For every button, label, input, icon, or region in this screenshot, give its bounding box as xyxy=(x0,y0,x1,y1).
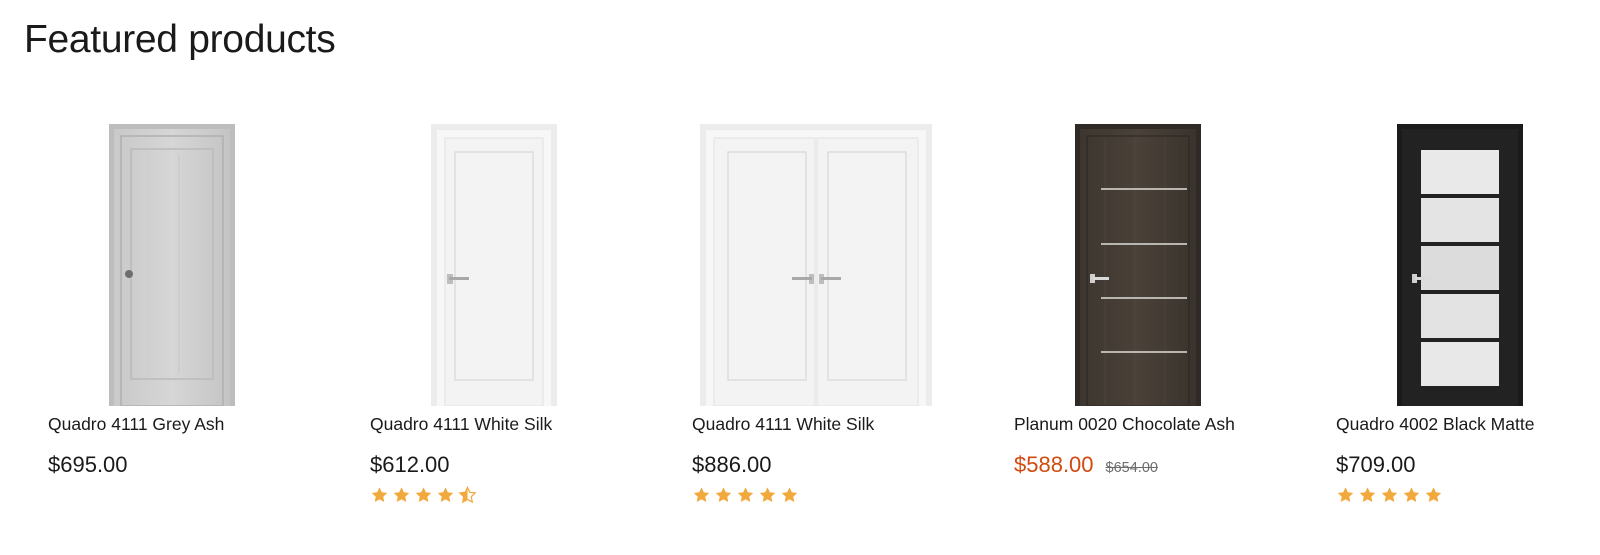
product-card[interactable]: Quadro 4111 White Silk $612.00 xyxy=(354,124,676,524)
door-image xyxy=(109,124,235,406)
product-image[interactable] xyxy=(32,124,312,406)
door-image xyxy=(1397,124,1523,406)
product-card[interactable]: Quadro 4002 Black Matte $709.00 xyxy=(1320,124,1600,524)
product-image[interactable] xyxy=(354,124,634,406)
rating-stars xyxy=(1336,486,1443,504)
compare-at-price: $654.00 xyxy=(1105,460,1158,476)
product-grid: Quadro 4111 Grey Ash $695.00 Quadro 4111… xyxy=(32,124,1600,524)
rating-stars xyxy=(692,486,799,504)
star-filled-icon xyxy=(1403,487,1420,503)
product-name[interactable]: Quadro 4111 White Silk xyxy=(692,414,874,435)
price-row: $695.00 xyxy=(48,452,128,478)
star-filled-icon xyxy=(715,487,732,503)
star-filled-icon xyxy=(393,487,410,503)
star-filled-icon xyxy=(1337,487,1354,503)
product-image[interactable] xyxy=(998,124,1278,406)
door-image xyxy=(1075,124,1201,406)
door-image xyxy=(700,124,932,406)
star-filled-icon xyxy=(437,487,454,503)
product-price: $612.00 xyxy=(370,452,450,477)
product-name[interactable]: Quadro 4111 White Silk xyxy=(370,414,552,435)
price-row: $709.00 xyxy=(1336,452,1416,478)
star-half-icon xyxy=(458,486,477,504)
star-filled-icon xyxy=(1425,487,1442,503)
product-price: $709.00 xyxy=(1336,452,1416,477)
product-image[interactable] xyxy=(1320,124,1600,406)
price-row: $588.00 $654.00 xyxy=(1014,452,1158,478)
star-filled-icon xyxy=(759,487,776,503)
product-price: $695.00 xyxy=(48,452,128,477)
section-title: Featured products xyxy=(24,18,336,61)
star-filled-icon xyxy=(1359,487,1376,503)
sale-price: $588.00 xyxy=(1014,452,1094,477)
product-card[interactable]: Quadro 4111 Grey Ash $695.00 xyxy=(32,124,354,524)
star-filled-icon xyxy=(415,487,432,503)
rating-stars xyxy=(370,486,477,504)
product-name[interactable]: Planum 0020 Chocolate Ash xyxy=(1014,414,1235,435)
star-filled-icon xyxy=(693,487,710,503)
star-filled-icon xyxy=(1381,487,1398,503)
product-card[interactable]: Quadro 4111 White Silk $886.00 xyxy=(676,124,998,524)
star-filled-icon xyxy=(371,487,388,503)
product-name[interactable]: Quadro 4002 Black Matte xyxy=(1336,414,1534,435)
featured-products-section: Featured products Quadro 4111 Grey Ash $… xyxy=(0,0,1600,555)
product-name[interactable]: Quadro 4111 Grey Ash xyxy=(48,414,224,435)
product-image[interactable] xyxy=(676,124,956,406)
product-price: $886.00 xyxy=(692,452,772,477)
star-filled-icon xyxy=(781,487,798,503)
price-row: $886.00 xyxy=(692,452,772,478)
door-image xyxy=(431,124,557,406)
star-filled-icon xyxy=(737,487,754,503)
price-row: $612.00 xyxy=(370,452,450,478)
product-card[interactable]: Planum 0020 Chocolate Ash $588.00 $654.0… xyxy=(998,124,1320,524)
